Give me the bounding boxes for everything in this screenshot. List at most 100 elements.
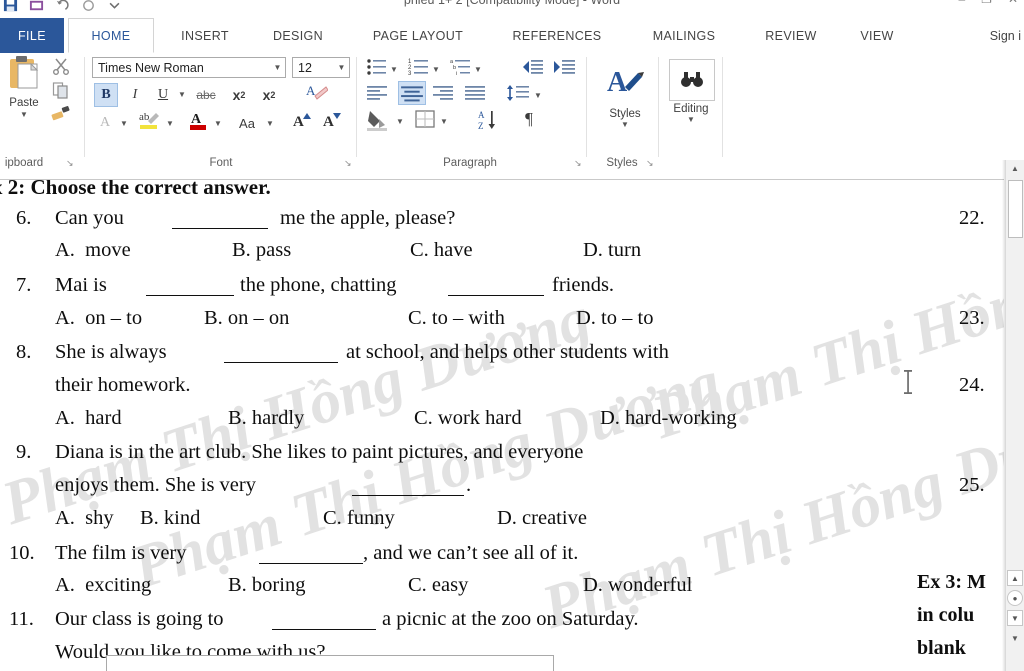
italic-button[interactable]: I [124, 83, 146, 107]
answer-blank[interactable] [259, 563, 363, 564]
styles-button[interactable]: A Styles ▼ [596, 63, 654, 129]
paste-button[interactable]: Paste ▼ [2, 55, 46, 119]
clear-formatting-icon: A [306, 82, 329, 105]
select-browse-object-button[interactable]: ● [1007, 590, 1023, 606]
text-cursor-icon [900, 369, 916, 400]
font-color-button[interactable]: A [186, 109, 210, 133]
answer-blank[interactable] [448, 295, 544, 296]
line-spacing-button[interactable] [506, 83, 529, 103]
text-highlight-button[interactable]: ab [136, 109, 162, 133]
scroll-down-button[interactable]: ▼ [1006, 630, 1024, 647]
grow-font-button[interactable]: A [292, 109, 316, 133]
chevron-down-icon[interactable]: ▼ [270, 63, 285, 72]
text-effects-button[interactable]: A [94, 111, 116, 135]
scroll-up-button[interactable]: ▲ [1006, 160, 1024, 177]
document-area[interactable]: Phạm Thị Hồng Dương Phạm Thị Hồng Dương … [0, 179, 1024, 671]
paste-icon [7, 56, 41, 95]
font-dialog-launcher[interactable]: ↘ [344, 158, 352, 169]
svg-text:A: A [478, 110, 485, 120]
bullets-button[interactable] [366, 57, 388, 77]
chevron-down-icon[interactable]: ▼ [432, 65, 440, 74]
shading-button[interactable] [366, 109, 392, 131]
numbering-button[interactable]: 123 [408, 57, 430, 77]
answer-blank[interactable] [272, 629, 376, 630]
justify-button[interactable] [464, 83, 486, 103]
ribbon-tab-strip: FILE HOME INSERT DESIGN PAGE LAYOUT REFE… [0, 18, 1024, 54]
chevron-down-icon[interactable]: ▼ [534, 91, 542, 100]
bold-button[interactable]: B [94, 83, 118, 107]
window-controls[interactable]: – ❐ ✕ [958, 0, 1018, 6]
borders-button[interactable] [414, 109, 436, 129]
svg-text:A: A [191, 112, 202, 127]
question-10-option-c: C. easy [408, 574, 469, 596]
editing-button[interactable]: Editing ▼ [662, 103, 720, 124]
styles-dialog-launcher[interactable]: ↘ [646, 158, 654, 169]
restore-button[interactable]: ❐ [981, 0, 992, 6]
tab-home[interactable]: HOME [68, 18, 154, 53]
multilevel-list-button[interactable]: abi [450, 57, 472, 77]
format-painter-button[interactable] [50, 105, 72, 127]
chevron-down-icon[interactable]: ▼ [334, 63, 349, 72]
chevron-down-icon[interactable]: ▼ [396, 117, 404, 126]
change-case-button[interactable]: Aa [232, 111, 262, 135]
sort-button[interactable]: AZ [478, 109, 504, 131]
tab-design[interactable]: DESIGN [252, 18, 344, 53]
answer-blank[interactable] [146, 295, 234, 296]
minimize-button[interactable]: – [958, 0, 965, 6]
vertical-scrollbar[interactable]: ▲ ▲ ● ▼ ▼ [1005, 160, 1024, 671]
title-bar: phieu 1+ 2 [Compatibility Mode] - Word –… [0, 0, 1024, 18]
chevron-down-icon[interactable]: ▼ [214, 119, 222, 128]
tab-review[interactable]: REVIEW [744, 18, 838, 53]
show-formatting-marks-button[interactable]: ¶ [518, 109, 540, 129]
next-page-button[interactable]: ▼ [1007, 610, 1023, 626]
font-name-combo[interactable]: Times New Roman ▼ [92, 57, 286, 78]
question-10-option-b: B. boring [228, 574, 306, 596]
superscript-button[interactable]: x2 [258, 83, 280, 107]
chevron-down-icon[interactable]: ▼ [596, 120, 654, 129]
answer-blank[interactable] [224, 362, 338, 363]
tab-file[interactable]: FILE [0, 18, 64, 53]
chevron-down-icon[interactable]: ▼ [662, 115, 720, 124]
clear-formatting-button[interactable]: A [304, 81, 330, 105]
cut-button[interactable] [50, 57, 72, 79]
align-right-button[interactable] [432, 83, 454, 103]
chevron-down-icon[interactable]: ▼ [120, 119, 128, 128]
tab-view[interactable]: VIEW [842, 18, 912, 53]
subscript-button[interactable]: x2 [228, 83, 250, 107]
chevron-down-icon[interactable]: ▼ [166, 119, 174, 128]
chevron-down-icon[interactable]: ▼ [440, 117, 448, 126]
strikethrough-button[interactable]: abc [192, 83, 220, 107]
ex3-line-3: blank [917, 637, 966, 659]
tab-references[interactable]: REFERENCES [492, 18, 622, 53]
question-9-number: 9. [16, 441, 32, 463]
close-button[interactable]: ✕ [1008, 0, 1018, 6]
clipboard-dialog-launcher[interactable]: ↘ [66, 158, 74, 169]
chevron-down-icon[interactable]: ▼ [2, 110, 46, 119]
chevron-down-icon[interactable]: ▼ [390, 65, 398, 74]
paragraph-dialog-launcher[interactable]: ↘ [574, 158, 582, 169]
sign-in-link[interactable]: Sign i [990, 18, 1021, 53]
chevron-down-icon[interactable]: ▼ [178, 90, 186, 99]
align-center-button[interactable] [398, 81, 426, 105]
bottom-partial-dialog[interactable] [106, 655, 554, 671]
svg-text:A: A [607, 67, 628, 98]
document-page[interactable]: Phạm Thị Hồng Dương Phạm Thị Hồng Dương … [0, 179, 1004, 671]
question-9-option-b: B. kind [140, 507, 201, 529]
shrink-font-button[interactable]: A [322, 109, 346, 133]
decrease-indent-button[interactable] [520, 57, 543, 77]
answer-blank[interactable] [172, 228, 268, 229]
chevron-down-icon[interactable]: ▼ [266, 119, 274, 128]
editing-icon-box[interactable] [669, 59, 715, 101]
underline-button[interactable]: U [152, 83, 174, 107]
font-size-combo[interactable]: 12 ▼ [292, 57, 350, 78]
align-left-button[interactable] [366, 83, 388, 103]
copy-button[interactable] [50, 81, 72, 103]
answer-blank[interactable] [352, 495, 464, 496]
increase-indent-button[interactable] [552, 57, 575, 77]
scrollbar-thumb[interactable] [1008, 180, 1023, 238]
previous-page-button[interactable]: ▲ [1007, 570, 1023, 586]
chevron-down-icon[interactable]: ▼ [474, 65, 482, 74]
tab-insert[interactable]: INSERT [160, 18, 250, 53]
tab-page-layout[interactable]: PAGE LAYOUT [348, 18, 488, 53]
tab-mailings[interactable]: MAILINGS [626, 18, 742, 53]
